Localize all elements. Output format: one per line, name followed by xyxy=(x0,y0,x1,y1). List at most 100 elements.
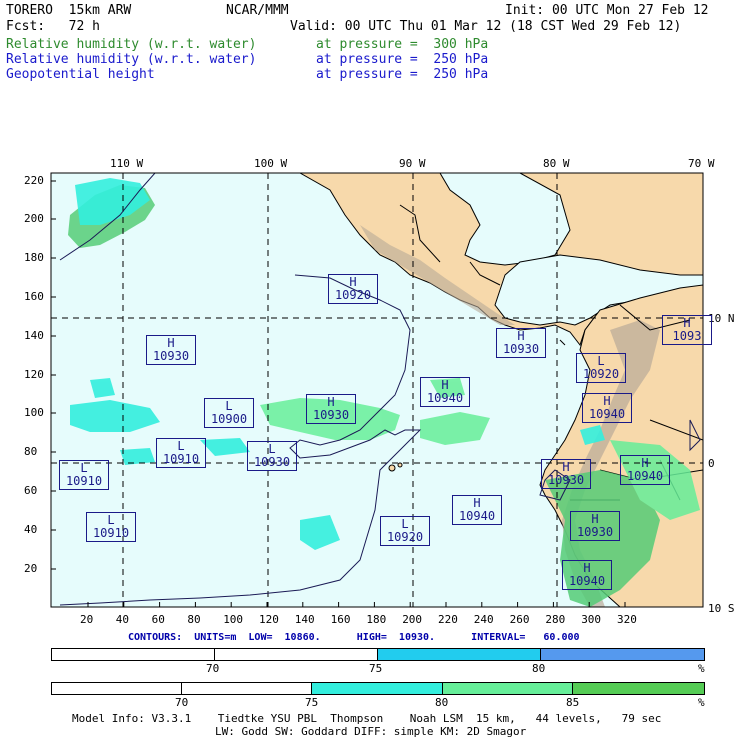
x-tick-label: 260 xyxy=(509,613,530,626)
y-tick-label: 60 xyxy=(24,484,38,497)
legend2-swatch-2 xyxy=(182,683,312,694)
legend1-swatch-1 xyxy=(52,649,215,660)
low-pressure-marker: L 10920 xyxy=(380,516,430,546)
low-pressure-marker: L 10910 xyxy=(86,512,136,542)
marker-value: 10920 xyxy=(582,367,620,381)
institution: NCAR/MMM xyxy=(226,3,289,18)
legend-300hpa-bar xyxy=(51,682,705,695)
high-pressure-marker: H 10930 xyxy=(146,335,196,365)
field-1-level: at pressure = 300 hPa xyxy=(316,37,489,52)
legend1-swatch-4 xyxy=(541,649,704,660)
legend2-unit: % xyxy=(698,696,705,709)
x-tick-label: 120 xyxy=(259,613,279,626)
x-tick-label: 180 xyxy=(366,613,387,626)
map-frame xyxy=(50,172,704,608)
map-panel xyxy=(50,172,704,608)
legend2-tick-80: 80 xyxy=(435,696,449,709)
field-1-name: Relative humidity (w.r.t. water) xyxy=(6,37,257,52)
high-pressure-marker: H 10930 xyxy=(570,511,620,541)
marker-value: 10920 xyxy=(334,288,372,302)
high-pressure-marker: H 10920 xyxy=(328,274,378,304)
y-tick-label: 20 xyxy=(24,562,38,575)
marker-value: 10930 xyxy=(576,525,614,539)
legend1-tick-75: 75 xyxy=(369,662,383,675)
high-pressure-marker: H 10930 xyxy=(496,328,546,358)
x-tick-label: 40 xyxy=(115,613,130,626)
init-time: Init: 00 UTC Mon 27 Feb 12 xyxy=(505,3,709,18)
high-pressure-marker: H 1093 xyxy=(662,315,712,345)
marker-value: 1093 xyxy=(672,329,702,343)
lon-label-90w: 90 W xyxy=(399,157,426,170)
low-pressure-marker: L 10900 xyxy=(204,398,254,428)
marker-value: 10930 xyxy=(312,408,350,422)
marker-value: 10940 xyxy=(458,509,496,523)
x-tick-label: 20 xyxy=(80,613,94,626)
legend2-tick-85: 85 xyxy=(566,696,580,709)
marker-value: 10900 xyxy=(210,412,248,426)
y-tick-label: 220 xyxy=(24,174,44,187)
high-pressure-marker: H 10940 xyxy=(582,393,632,423)
central-america-shading xyxy=(360,225,515,325)
marker-value: 10910 xyxy=(162,452,200,466)
y-tick-label: 80 xyxy=(24,445,38,458)
lat-label-0: 0 xyxy=(708,457,715,470)
x-tick-label: 320 xyxy=(617,613,637,626)
y-tick-label: 120 xyxy=(24,368,44,381)
galapagos-island xyxy=(388,464,396,472)
contours-info: CONTOURS: UNITS=m LOW= 10860. HIGH= 1093… xyxy=(128,632,580,643)
high-pressure-marker: H 10940 xyxy=(562,560,612,590)
low-pressure-marker: L 10930 xyxy=(247,441,297,471)
high-pressure-marker: H 10940 xyxy=(452,495,502,525)
high-pressure-marker: H 10940 xyxy=(620,455,670,485)
legend1-tick-70: 70 xyxy=(206,662,220,675)
valid-time: Valid: 00 UTC Thu 01 Mar 12 (18 CST Wed … xyxy=(290,19,682,34)
y-tick-label: 100 xyxy=(24,406,44,419)
high-pressure-marker: H 10930 xyxy=(541,459,591,489)
marker-value: 10920 xyxy=(386,530,424,544)
x-tick-label: 300 xyxy=(581,613,602,626)
marker-value: 10910 xyxy=(65,474,103,488)
physics-info: LW: Godd SW: Goddard DIFF: simple KM: 2D… xyxy=(215,725,527,738)
model-info: Model Info: V3.3.1 Tiedtke YSU PBL Thomp… xyxy=(72,712,662,725)
x-tick-label: 140 xyxy=(294,613,315,626)
x-tick-label: 100 xyxy=(223,613,244,626)
legend2-tick-70: 70 xyxy=(175,696,189,709)
gulf-water xyxy=(439,173,571,266)
high-pressure-marker: H 10940 xyxy=(420,377,470,407)
x-tick-label: 220 xyxy=(438,613,458,626)
lon-label-110w: 110 W xyxy=(110,157,144,170)
legend2-swatch-3 xyxy=(312,683,443,694)
galapagos-island xyxy=(397,462,403,468)
ocean-area xyxy=(51,173,703,607)
y-tick-label: 200 xyxy=(24,212,44,225)
marker-value: 10940 xyxy=(568,574,606,588)
model-title: TORERO 15km ARW xyxy=(6,3,132,18)
lon-label-100w: 100 W xyxy=(254,157,288,170)
marker-value: 10930 xyxy=(152,349,190,363)
field-3-name: Geopotential height xyxy=(6,67,155,82)
x-tick-label: 80 xyxy=(187,613,201,626)
legend2-swatch-5 xyxy=(573,683,704,694)
lon-label-70w: 70 W xyxy=(688,157,715,170)
marker-value: 10930 xyxy=(547,473,585,487)
y-tick-label: 180 xyxy=(24,251,44,264)
legend1-swatch-2 xyxy=(215,649,378,660)
field-3-level: at pressure = 250 hPa xyxy=(316,67,489,82)
lat-lon-grid xyxy=(51,173,703,607)
x-tick-label: 60 xyxy=(151,613,165,626)
legend2-swatch-4 xyxy=(443,683,573,694)
marker-value: 10940 xyxy=(588,407,626,421)
x-tick-label: 200 xyxy=(402,613,423,626)
y-tick-label: 160 xyxy=(24,290,44,303)
marker-value: 10910 xyxy=(92,526,130,540)
field-2-level: at pressure = 250 hPa xyxy=(316,52,489,67)
legend-250hpa-bar xyxy=(51,648,705,661)
x-tick-label: 160 xyxy=(330,613,351,626)
x-tick-label: 280 xyxy=(545,613,566,626)
marker-value: 10940 xyxy=(426,391,464,405)
high-pressure-marker: H 10930 xyxy=(306,394,356,424)
legend2-tick-75: 75 xyxy=(305,696,319,709)
x-tick-label: 240 xyxy=(473,613,494,626)
low-pressure-marker: L 10910 xyxy=(156,438,206,468)
legend1-unit: % xyxy=(698,662,705,675)
